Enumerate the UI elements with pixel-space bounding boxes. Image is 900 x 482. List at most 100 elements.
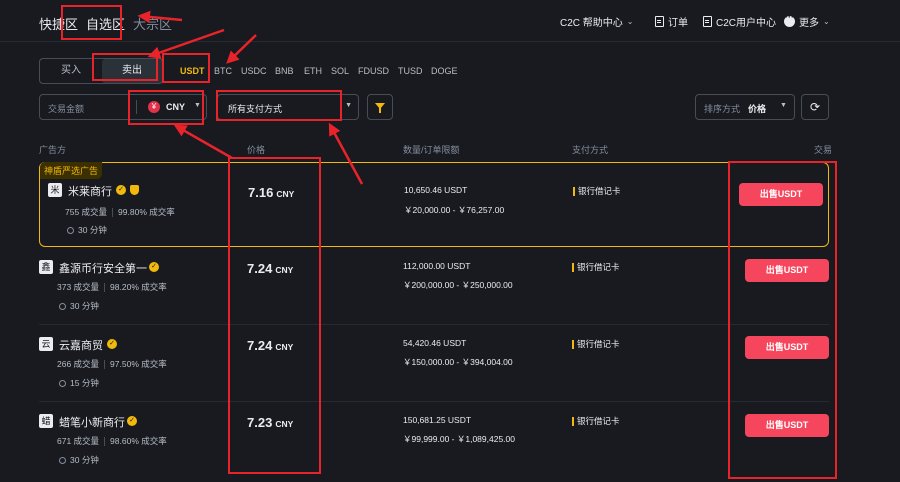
completion-rate: 98.60% 成交率 [110,436,167,446]
header-amount: 数量/订单限额 [403,145,460,155]
annotation-box-custom-tab [61,5,122,40]
chevron-down-icon: ⌄ [626,17,634,26]
completion-rate: 98.20% 成交率 [110,282,167,292]
divider [112,208,114,218]
payment-method: 银行借记卡 [572,338,620,350]
order-limit: ￥99,999.00 - ￥1,089,425.00 [403,434,515,444]
refresh-button[interactable]: ⟳ [801,94,829,120]
merchant-stats: 266 成交量 97.50% 成交率 [57,358,167,370]
filter-button[interactable] [367,94,393,120]
divider [104,283,106,293]
help-center-label: C2C 帮助中心 [560,18,623,29]
user-center-link[interactable]: C2C用户中心 [703,14,776,29]
coin-tab-fdusd[interactable]: FDUSD [358,66,389,76]
merchant-stats: 373 成交量 98.20% 成交率 [57,281,167,293]
payment-method: 银行借记卡 [573,185,621,197]
coin-tab-tusd[interactable]: TUSD [398,66,423,76]
header-advertiser: 广告方 [39,145,67,155]
header-trade: 交易 [814,145,833,155]
avatar: 鑫 [39,260,53,274]
payment-method: 银行借记卡 [572,415,620,427]
merchant-name[interactable]: 蜡笔小新商行 [59,414,125,430]
order-limit: ￥200,000.00 - ￥250,000.00 [403,280,513,290]
header-payment: 支付方式 [572,145,609,155]
more-icon [784,12,795,27]
merchant-name[interactable]: 云嘉商贸 [59,337,103,353]
available-amount: 150,681.25 USDT [403,415,472,425]
completion-rate: 99.80% 成交率 [118,207,175,217]
verified-icon: ✓ [107,339,117,349]
avatar: 蜡 [39,414,53,428]
coin-tab-btc[interactable]: BTC [214,66,232,76]
completion-rate: 97.50% 成交率 [110,359,167,369]
divider [104,360,106,370]
verified-icon: ✓ [149,262,159,272]
order-count: 671 成交量 [57,436,100,446]
clock-icon [59,380,66,388]
available-amount: 112,000.00 USDT [403,261,471,271]
table-row: 神盾严选广告 米 米莱商行 ✓ 755 成交量 99.80% 成交率 30 分钟 … [39,162,829,247]
pay-time-value: 15 分钟 [70,378,99,388]
avatar: 云 [39,337,53,351]
orders-label: 订单 [668,18,688,29]
refresh-icon: ⟳ [809,100,821,114]
pay-time: 15 分钟 [59,377,99,389]
featured-ad-badge: 神盾严选广告 [40,162,103,179]
header-price: 价格 [247,145,266,155]
amount-placeholder: 交易金额 [48,104,85,114]
filter-icon [375,103,385,113]
table-row: 鑫 鑫源币行安全第一 ✓ 373 成交量 98.20% 成交率 30 分钟 7.2… [39,248,829,325]
annotation-arrow [173,124,233,160]
pay-time-value: 30 分钟 [70,455,99,465]
order-count: 266 成交量 [57,359,100,369]
order-limit: ￥20,000.00 - ￥76,257.00 [404,205,505,215]
coin-tab-doge[interactable]: DOGE [431,66,458,76]
available-amount: 10,650.46 USDT [404,185,468,195]
caret-down-icon: ▼ [780,102,787,109]
caret-down-icon: ▼ [345,102,352,109]
pay-time: 30 分钟 [67,224,107,236]
avatar: 米 [48,183,62,197]
divider [104,437,106,447]
order-count: 373 成交量 [57,282,100,292]
table-row: 云 云嘉商贸 ✓ 266 成交量 97.50% 成交率 15 分钟 7.24 CNY… [39,325,829,402]
user-center-icon [703,16,712,27]
merchant-name[interactable]: 鑫源币行安全第一 [59,260,147,276]
pay-time-value: 30 分钟 [70,301,99,311]
available-amount: 54,420.46 USDT [403,338,467,348]
merchant-name[interactable]: 米莱商行 [68,183,112,199]
clock-icon [67,227,74,235]
top-nav: 快捷区 自选区 大宗区 C2C 帮助中心 ⌄ 订单 C2C用户中心 更多 ⌄ [0,0,900,42]
shield-icon [130,185,139,195]
sort-value: 价格 [748,104,767,114]
order-limit: ￥150,000.00 - ￥394,004.00 [403,357,513,367]
clock-icon [59,303,66,311]
sort-label: 排序方式 [704,104,741,114]
sort-select[interactable]: 排序方式 价格 ▼ [695,94,795,120]
payment-method: 银行借记卡 [572,261,620,273]
annotation-box-currency [128,90,204,125]
pay-time-value: 30 分钟 [78,225,107,235]
coin-tab-sol[interactable]: SOL [331,66,349,76]
coin-tab-bnb[interactable]: BNB [275,66,294,76]
verified-icon: ✓ [127,416,137,426]
merchant-stats: 671 成交量 98.60% 成交率 [57,435,167,447]
more-menu[interactable]: 更多 ⌄ [784,12,830,29]
annotation-box-usdt-tab [162,53,210,83]
orders-link[interactable]: 订单 [655,14,688,29]
tab-block[interactable]: 大宗区 [133,14,172,33]
annotation-box-price-column [228,157,321,474]
clock-icon [59,457,66,465]
pay-time: 30 分钟 [59,454,99,466]
annotation-box-trade-column [728,161,837,479]
verified-icon: ✓ [116,185,126,195]
pay-time: 30 分钟 [59,300,99,312]
annotation-box-sell-tab [92,53,158,81]
order-count: 755 成交量 [65,207,108,217]
coin-tab-usdc[interactable]: USDC [241,66,267,76]
more-label: 更多 [799,18,819,29]
user-center-label: C2C用户中心 [716,18,777,29]
help-center-menu[interactable]: C2C 帮助中心 ⌄ [560,14,634,29]
orders-icon [655,16,664,27]
coin-tab-eth[interactable]: ETH [304,66,322,76]
